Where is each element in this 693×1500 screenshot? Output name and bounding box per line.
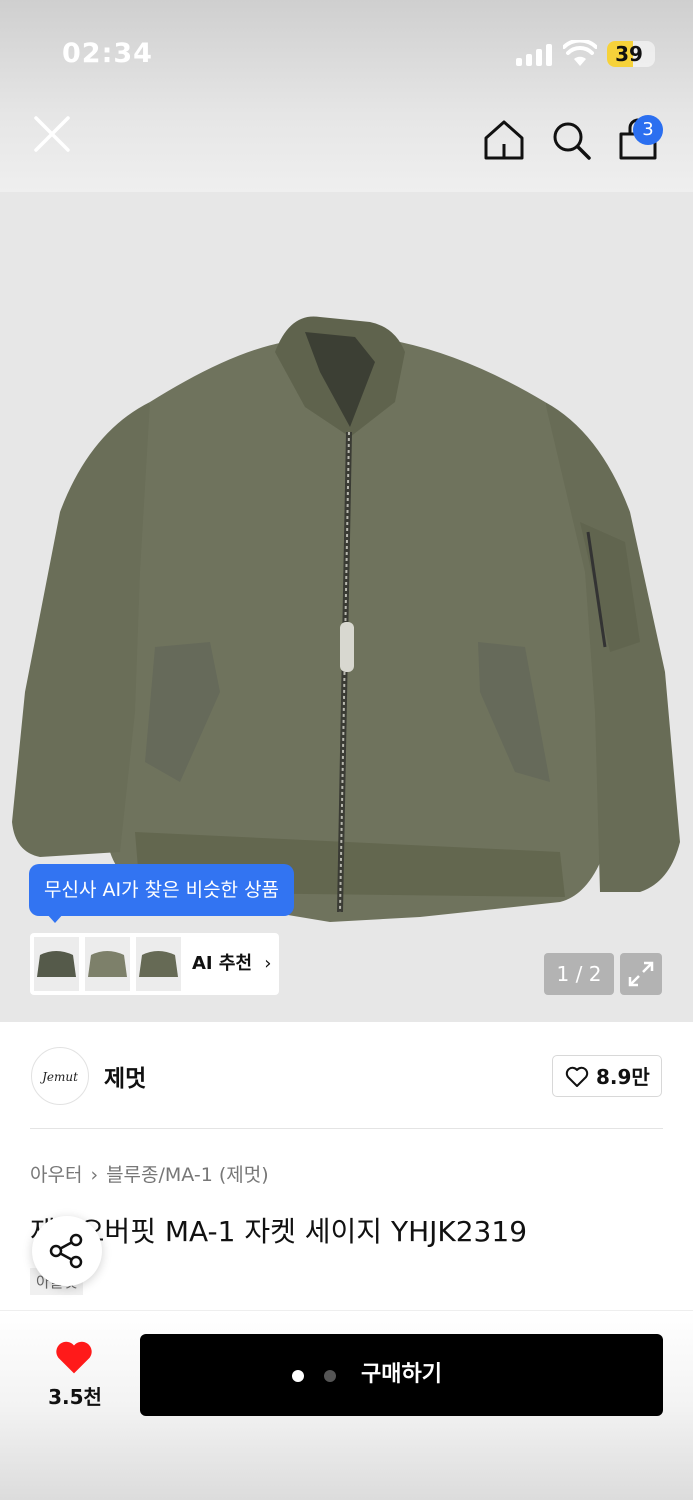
cellular-signal-icon [516,44,554,66]
divider [30,1128,663,1129]
status-time: 02:34 [62,38,153,69]
brand-like-count: 8.9만 [596,1065,650,1089]
battery-percent: 39 [615,42,643,66]
battery-indicator: 39 [607,41,655,67]
heart-outline-icon [565,1066,589,1087]
ai-similar-tooltip[interactable]: 무신사 AI가 찾은 비슷한 상품 [29,864,295,916]
wishlist-button[interactable]: 3.5천 [40,1339,110,1409]
brand-name[interactable]: 제멋 [104,1059,146,1093]
share-button[interactable] [32,1216,102,1286]
heart-filled-icon [56,1341,92,1374]
wifi-icon [563,40,597,66]
cart-count-badge: 3 [633,115,663,145]
chevron-right-icon: › [264,953,272,974]
breadcrumb-category[interactable]: 아우터 [30,1160,82,1187]
brand-row[interactable]: Jemut 제멋 8.9만 [0,1022,693,1130]
close-icon[interactable] [30,112,74,156]
wishlist-count: 3.5천 [48,1385,102,1409]
breadcrumb-subcategory[interactable]: 블루종/MA-1 (제멋) [106,1160,269,1187]
ai-thumb-2[interactable] [85,937,130,991]
product-title-text: 오버핏 MA-1 자켓 세이지 YHJK2319 [78,1215,528,1248]
ai-recommend-label: AI 추천 [192,953,253,974]
brand-like-button[interactable]: 8.9만 [552,1055,662,1097]
ai-recommend-strip[interactable]: AI 추천 › [30,933,279,995]
expand-button[interactable] [620,953,662,995]
home-icon[interactable] [482,118,526,162]
search-icon[interactable] [549,118,593,162]
product-title: 제 오버핏 MA-1 자켓 세이지 YHJK2319 [30,1210,527,1250]
ai-recommend-button[interactable]: AI 추천 › [192,933,272,995]
share-icon [49,1233,83,1269]
image-page-counter: 1 / 2 [544,953,614,995]
tooltip-tail [46,913,64,923]
ai-thumb-1[interactable] [34,937,79,991]
status-bar: 02:34 39 [0,0,693,100]
bottom-action-bar: 3.5천 구매하기 [0,1310,693,1500]
expand-icon [628,961,654,987]
buy-button[interactable]: 구매하기 [140,1334,663,1416]
brand-logo[interactable]: Jemut [31,1047,89,1105]
ai-thumb-3[interactable] [136,937,181,991]
buy-button-label: 구매하기 [361,1362,442,1387]
breadcrumb: 아우터 › 블루종/MA-1 (제멋) [30,1160,269,1187]
chevron-right-icon: › [90,1164,99,1186]
